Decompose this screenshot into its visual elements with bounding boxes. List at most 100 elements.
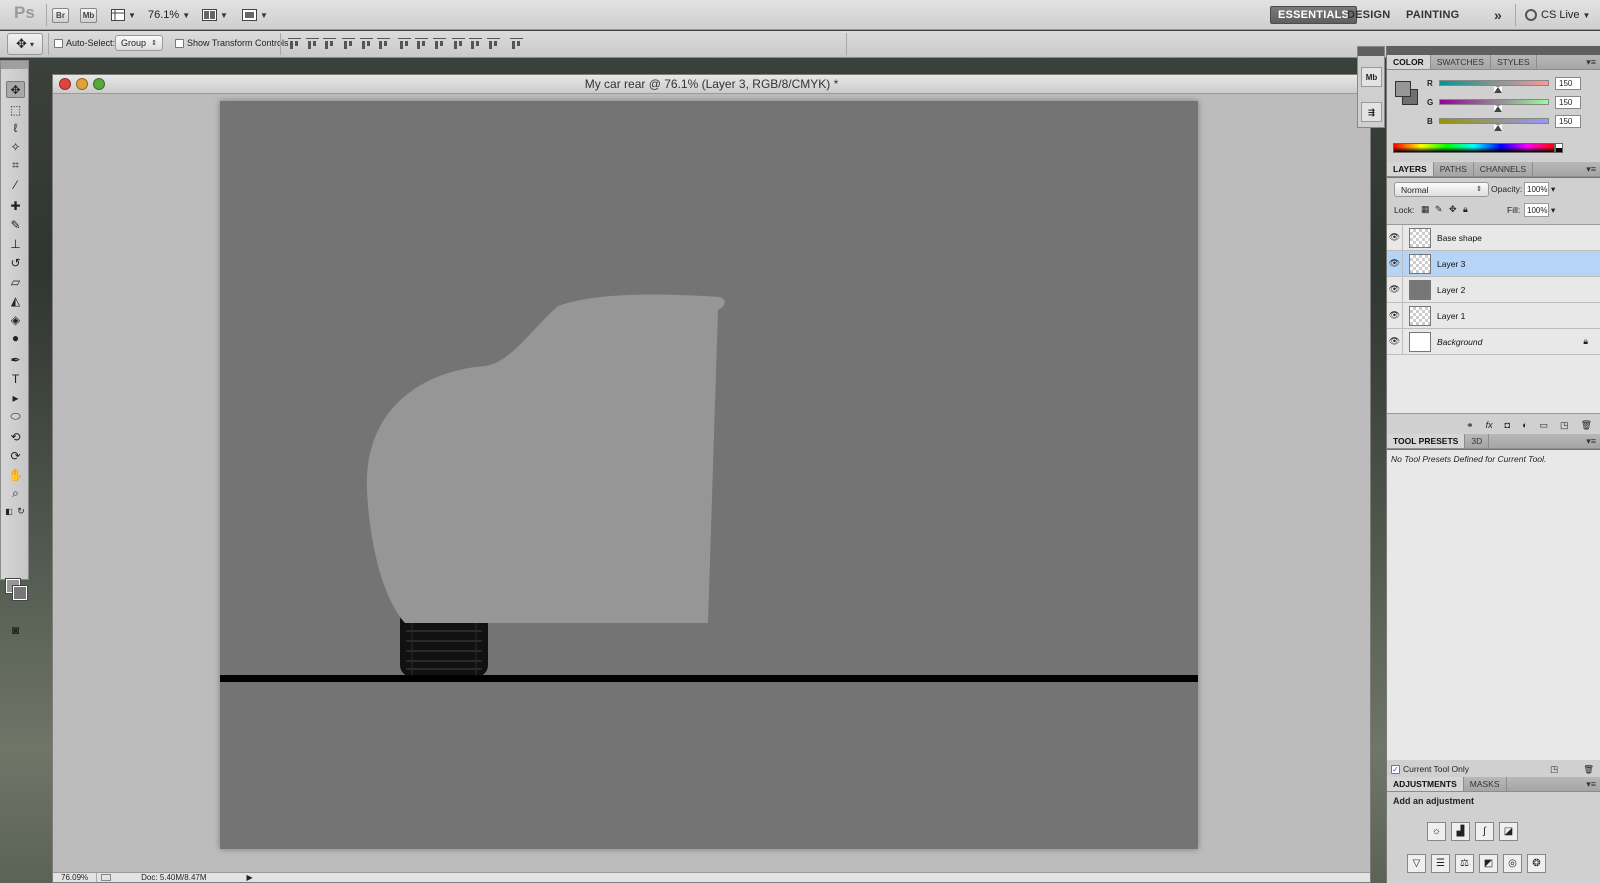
swap-colors-icon[interactable]: ↻ <box>15 503 27 520</box>
panel-menu-icon[interactable]: ▾≡ <box>1586 436 1596 447</box>
slider-track[interactable] <box>1439 80 1549 93</box>
visibility-eye-icon[interactable]: 👁︎ <box>1387 277 1403 302</box>
adjustment-layer-icon[interactable]: ◐ <box>1522 420 1527 430</box>
quick-mask-icon[interactable]: ◙ <box>6 621 25 638</box>
layer-style-icon[interactable]: fx <box>1486 420 1493 430</box>
screen-mode-button[interactable]: ▼ <box>242 7 268 23</box>
mini-bridge-panel-button[interactable]: Mb <box>1361 67 1382 87</box>
mini-bridge-button[interactable]: Mb <box>80 7 97 23</box>
visibility-eye-icon[interactable]: 👁︎ <box>1387 329 1403 354</box>
document-title-bar[interactable]: My car rear @ 76.1% (Layer 3, RGB/8/CMYK… <box>53 75 1370 94</box>
quick-selection-tool-icon[interactable]: ✧ <box>6 138 25 155</box>
workspace-design[interactable]: DESIGN <box>1340 6 1397 24</box>
lock-transparency-icon[interactable]: ▦ <box>1421 204 1430 215</box>
hand-tool-icon[interactable]: ✋ <box>6 466 25 483</box>
channel-value-input[interactable]: 150 <box>1555 95 1581 109</box>
photo-filter-icon[interactable]: ◎ <box>1503 854 1522 873</box>
layer-row[interactable]: 👁︎ Layer 1 <box>1387 303 1600 329</box>
black-white-swatch[interactable] <box>1555 143 1563 153</box>
panel-grip[interactable] <box>1 61 28 69</box>
chevron-down-icon[interactable]: ▾ <box>1551 205 1555 216</box>
pen-tool-icon[interactable]: ✒ <box>6 351 25 368</box>
opacity-input[interactable]: 100% <box>1524 182 1549 196</box>
visibility-eye-icon[interactable]: 👁︎ <box>1387 225 1403 250</box>
align-right-edges-icon[interactable] <box>377 38 390 50</box>
distribute-right-icon[interactable] <box>487 38 500 50</box>
lock-pixels-icon[interactable]: ✎ <box>1435 204 1443 215</box>
tool-preset-picker[interactable]: ✥ ▾ <box>7 33 43 55</box>
lock-all-icon[interactable]: 🔒︎ <box>1463 204 1468 215</box>
3d-rotate-tool-icon[interactable]: ⟲ <box>6 428 25 445</box>
more-workspaces-icon[interactable]: » <box>1487 6 1509 24</box>
minimize-window-icon[interactable] <box>76 78 88 90</box>
color-slider-b[interactable]: B 150 <box>1427 113 1597 131</box>
tab-swatches[interactable]: SWATCHES <box>1431 55 1491 69</box>
hue-saturation-icon[interactable]: ☰ <box>1431 854 1450 873</box>
color-spectrum-bar[interactable] <box>1393 143 1555 153</box>
lasso-tool-icon[interactable]: ℓ <box>6 119 25 136</box>
layer-row[interactable]: 👁︎ Layer 2 <box>1387 277 1600 303</box>
paint-bucket-tool-icon[interactable]: ◭ <box>6 292 25 309</box>
blur-tool-icon[interactable]: ◈ <box>6 311 25 328</box>
show-transform-checkbox[interactable]: Show Transform Controls <box>175 38 289 48</box>
healing-brush-tool-icon[interactable]: ✚ <box>6 197 25 214</box>
image-canvas[interactable] <box>220 101 1198 849</box>
distribute-left-icon[interactable] <box>452 38 465 50</box>
auto-select-checkbox[interactable]: Auto-Select: <box>54 38 115 48</box>
channel-value-input[interactable]: 150 <box>1555 76 1581 90</box>
default-colors-icon[interactable]: ◧ <box>3 503 15 520</box>
ellipse-tool-icon[interactable]: ⬭ <box>6 408 25 425</box>
status-menu-arrow-icon[interactable]: ▶ <box>247 873 253 882</box>
align-horizontal-centers-icon[interactable] <box>360 38 373 50</box>
zoom-level-dropdown[interactable]: 76.1% ▼ <box>148 7 190 23</box>
auto-select-target-dropdown[interactable]: Group ⇕ <box>115 35 163 51</box>
foreground-color-swatch[interactable] <box>1395 81 1411 97</box>
crop-tool-icon[interactable]: ⌗ <box>6 157 25 174</box>
path-selection-tool-icon[interactable]: ▸ <box>6 389 25 406</box>
blend-mode-dropdown[interactable]: Normal ⇕ <box>1394 182 1489 197</box>
tab-adjustments[interactable]: ADJUSTMENTS <box>1387 777 1464 791</box>
slider-track[interactable] <box>1439 99 1549 112</box>
color-slider-g[interactable]: G 150 <box>1427 94 1597 112</box>
align-bottom-edges-icon[interactable] <box>323 38 336 50</box>
slider-thumb[interactable] <box>1494 86 1502 93</box>
status-icon[interactable] <box>101 874 112 881</box>
view-extras-button[interactable]: ▼ <box>111 7 136 23</box>
trash-icon[interactable]: 🗑︎ <box>1583 764 1594 775</box>
align-vertical-centers-icon[interactable] <box>306 38 319 50</box>
background-color-swatch[interactable] <box>12 585 28 601</box>
arrange-documents-button[interactable]: ▼ <box>202 7 228 23</box>
distribute-top-icon[interactable] <box>398 38 411 50</box>
zoom-window-icon[interactable] <box>93 78 105 90</box>
vibrance-icon[interactable]: ▽ <box>1407 854 1426 873</box>
new-layer-icon[interactable]: ◳ <box>1560 420 1569 431</box>
exposure-icon[interactable]: ◪ <box>1499 822 1518 841</box>
dodge-tool-icon[interactable]: ● <box>6 329 25 346</box>
dock-header[interactable] <box>1358 47 1384 56</box>
status-zoom[interactable]: 76.09% <box>53 873 98 882</box>
channel-mixer-icon[interactable]: ❂ <box>1527 854 1546 873</box>
panel-menu-icon[interactable]: ▾≡ <box>1586 779 1596 790</box>
distribute-vcenter-icon[interactable] <box>415 38 428 50</box>
chevron-down-icon[interactable]: ▾ <box>1551 184 1555 195</box>
distribute-hcenter-icon[interactable] <box>469 38 482 50</box>
visibility-eye-icon[interactable]: 👁︎ <box>1387 303 1403 328</box>
eraser-tool-icon[interactable]: ▱ <box>6 273 25 290</box>
link-layers-icon[interactable]: ⚭ <box>1466 420 1474 431</box>
curves-icon[interactable]: ∫ <box>1475 822 1494 841</box>
slider-thumb[interactable] <box>1494 124 1502 131</box>
new-preset-icon[interactable]: ◳ <box>1550 764 1558 775</box>
tab-paths[interactable]: PATHS <box>1434 162 1474 176</box>
clone-stamp-tool-icon[interactable]: ⊥ <box>6 235 25 252</box>
tab-color[interactable]: COLOR <box>1387 55 1431 69</box>
align-top-edges-icon[interactable] <box>288 38 301 50</box>
tab-layers[interactable]: LAYERS <box>1387 162 1434 176</box>
auto-align-layers-icon[interactable] <box>510 38 523 50</box>
layer-row[interactable]: 👁︎ Layer 3 <box>1387 251 1600 277</box>
type-tool-icon[interactable]: T <box>6 370 25 387</box>
workspace-painting[interactable]: PAINTING <box>1399 6 1466 24</box>
visibility-eye-icon[interactable]: 👁︎ <box>1387 251 1403 276</box>
slider-track[interactable] <box>1439 118 1549 131</box>
distribute-bottom-icon[interactable] <box>433 38 446 50</box>
brightness-contrast-icon[interactable]: ☼ <box>1427 822 1446 841</box>
